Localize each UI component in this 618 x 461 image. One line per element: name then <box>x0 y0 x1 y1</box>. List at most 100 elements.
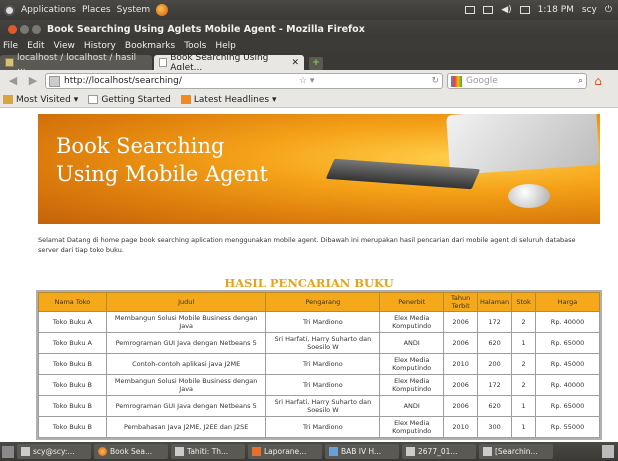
table-row: Toko Buku B Pembahasan Java J2ME, J2EE da… <box>38 416 600 438</box>
table-row: Toko Buku B Pemrograman GUI Java dengan N… <box>38 395 600 417</box>
table-header-row: Nama Toko Judul Pengarang Penerbit Tahun… <box>38 292 600 312</box>
terminal-icon <box>21 447 30 456</box>
maximize-window-icon[interactable] <box>32 24 41 34</box>
favicon-icon <box>5 58 14 67</box>
results-heading: HASIL PENCARIAN BUKU <box>224 276 394 290</box>
menu-history[interactable]: History <box>84 41 116 51</box>
window-buttons <box>0 24 47 34</box>
show-desktop-icon[interactable] <box>2 445 14 458</box>
table-cell: 2 <box>511 353 537 375</box>
mail-icon[interactable] <box>519 6 530 14</box>
folder-icon <box>483 447 492 456</box>
col-header: Halaman <box>477 292 513 312</box>
panel-menu-system[interactable]: System <box>117 5 151 15</box>
user-menu[interactable]: scy <box>582 5 597 15</box>
table-cell: Tri Mardiono <box>265 353 381 375</box>
tab-phpmyadmin[interactable]: localhost / localhost / hasil ... <box>0 53 152 73</box>
bookmark-label: Most Visited <box>16 94 71 105</box>
window-title: Book Searching Using Aglets Mobile Agent… <box>47 23 365 35</box>
menu-tools[interactable]: Tools <box>184 41 206 51</box>
table-cell: 2 <box>511 311 537 333</box>
forward-icon[interactable]: ▶ <box>25 74 41 88</box>
task-label: Laporane... <box>264 447 307 456</box>
menu-bookmarks[interactable]: Bookmarks <box>125 41 175 51</box>
table-cell: 300 <box>477 416 513 438</box>
task-label: [Searchin... <box>495 447 538 456</box>
system-tray: ◀) 1:18 PM scy ⏻ <box>465 5 618 15</box>
tab-book-searching[interactable]: Book Searching Using Aglet... ✕ <box>154 53 304 73</box>
banner-title-line2: Using Mobile Agent <box>56 162 268 186</box>
table-cell: 172 <box>477 311 513 333</box>
table-cell: Membangun Solusi Mobile Business dengan … <box>105 311 267 333</box>
search-icon[interactable]: ⌕ <box>578 76 583 86</box>
table-cell: Elex Media Komputindo <box>379 416 445 438</box>
volume-icon[interactable]: ◀) <box>501 5 511 15</box>
table-cell: Toko Buku B <box>38 374 107 396</box>
new-tab-icon[interactable]: + <box>309 57 323 70</box>
search-placeholder[interactable]: Google <box>466 76 498 86</box>
url-bar[interactable]: http://localhost/searching/ ☆ ▾ ↻ <box>45 73 443 89</box>
table-cell: Toko Buku A <box>38 311 107 333</box>
trash-icon[interactable] <box>602 445 614 458</box>
close-window-icon[interactable] <box>8 24 17 34</box>
document-icon <box>252 447 261 456</box>
menu-edit[interactable]: Edit <box>27 41 44 51</box>
task-firefox[interactable]: Book Sea... <box>94 444 168 459</box>
bottom-taskbar: scy@scy:... Book Sea... Tahiti: Th... La… <box>0 442 618 461</box>
col-header: Harga <box>535 292 600 312</box>
bookmark-label: Latest Headlines <box>193 94 270 105</box>
menu-help[interactable]: Help <box>215 41 236 51</box>
clock[interactable]: 1:18 PM <box>538 5 574 15</box>
back-icon[interactable]: ◀ <box>5 74 21 88</box>
bookmark-latest-headlines[interactable]: Latest Headlines ▾ <box>180 94 277 105</box>
task-terminal[interactable]: scy@scy:... <box>17 444 91 459</box>
bookmarks-toolbar: Most Visited ▾ Getting Started Latest He… <box>0 92 618 108</box>
table-cell: Pemrograman GUI Java dengan Netbeans 5 <box>105 332 267 354</box>
results-table: Nama Toko Judul Pengarang Penerbit Tahun… <box>36 290 602 440</box>
task-tahiti[interactable]: Tahiti: Th... <box>171 444 245 459</box>
table-cell: Tri Mardiono <box>265 416 381 438</box>
menu-file[interactable]: File <box>3 41 18 51</box>
table-cell: ANDI <box>379 395 445 417</box>
intro-text: Selamat Datang di home page book searchi… <box>38 236 576 254</box>
app-icon <box>175 447 184 456</box>
col-header: Penerbit <box>379 292 445 312</box>
table-cell: Tri Mardiono <box>265 311 381 333</box>
task-searching[interactable]: [Searchin... <box>479 444 553 459</box>
table-cell: Elex Media Komputindo <box>379 353 445 375</box>
task-label: BAB IV H... <box>341 447 382 456</box>
ubuntu-logo-icon[interactable] <box>4 4 15 16</box>
bookmark-star-icon[interactable]: ☆ ▾ <box>299 76 314 86</box>
site-identity-icon[interactable] <box>49 75 60 87</box>
table-row: Toko Buku B Membangun Solusi Mobile Busin… <box>38 374 600 396</box>
banner-title-line1: Book Searching <box>56 134 225 158</box>
network-icon[interactable] <box>483 6 494 14</box>
mouse-image <box>508 184 550 208</box>
minimize-window-icon[interactable] <box>20 24 29 34</box>
bookmark-most-visited[interactable]: Most Visited ▾ <box>3 95 78 105</box>
task-label: 2677_01... <box>418 447 458 456</box>
power-icon[interactable]: ⏻ <box>605 5 612 15</box>
task-label: scy@scy:... <box>33 447 75 456</box>
bookmark-getting-started[interactable]: Getting Started <box>88 95 171 105</box>
table-cell: 620 <box>477 395 513 417</box>
panel-menu-places[interactable]: Places <box>82 5 111 15</box>
reload-icon[interactable]: ↻ <box>431 76 439 86</box>
table-cell: Tri Mardiono <box>265 374 381 396</box>
url-text[interactable]: http://localhost/searching/ <box>64 76 182 86</box>
firefox-launcher-icon[interactable] <box>156 4 169 16</box>
table-cell: Toko Buku B <box>38 416 107 438</box>
task-bab-iv[interactable]: BAB IV H... <box>325 444 399 459</box>
panel-menu-applications[interactable]: Applications <box>21 5 76 15</box>
display-icon[interactable] <box>465 6 476 14</box>
close-tab-icon[interactable]: ✕ <box>291 58 299 68</box>
menu-view[interactable]: View <box>54 41 75 51</box>
table-cell: Elex Media Komputindo <box>379 374 445 396</box>
task-2677[interactable]: 2677_01... <box>402 444 476 459</box>
home-icon[interactable]: ⌂ <box>591 74 605 88</box>
google-engine-icon[interactable] <box>451 75 462 87</box>
search-box[interactable]: Google ⌕ <box>447 73 587 89</box>
panel-menus: Applications Places System <box>0 4 169 16</box>
task-laporan[interactable]: Laporane... <box>248 444 322 459</box>
page-content: Book Searching Using Mobile Agent Selama… <box>0 108 618 442</box>
